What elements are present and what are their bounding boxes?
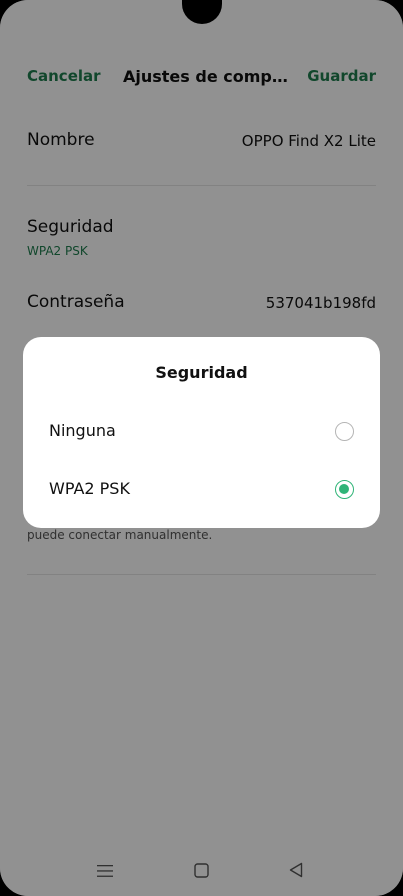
option-label: WPA2 PSK — [49, 479, 130, 498]
option-label: Ninguna — [49, 421, 116, 440]
option-wpa2-psk[interactable]: WPA2 PSK — [23, 464, 380, 516]
dialog-title: Seguridad — [155, 363, 248, 382]
radio-checked-icon[interactable] — [335, 480, 354, 499]
security-dialog: Seguridad Ninguna WPA2 PSK — [23, 337, 380, 528]
phone-screen: 10:00 Cancelar Ajustes de compartir zona… — [0, 0, 403, 896]
option-none[interactable]: Ninguna — [23, 406, 380, 458]
radio-unchecked-icon[interactable] — [335, 422, 354, 441]
